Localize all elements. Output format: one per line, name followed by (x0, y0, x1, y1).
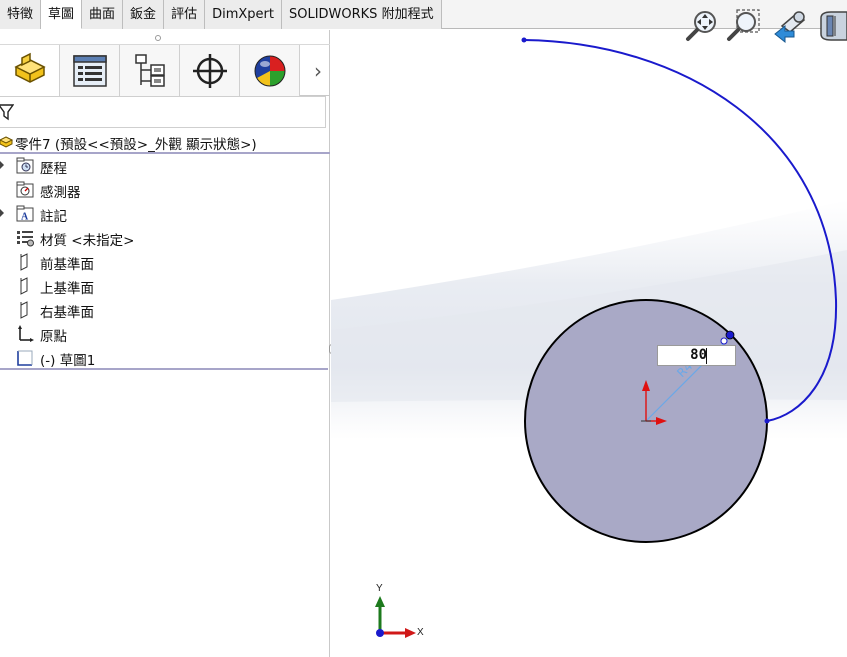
previous-view-icon (774, 11, 806, 44)
property-manager-tab[interactable] (60, 45, 120, 97)
property-manager-icon (72, 55, 107, 87)
configuration-manager-tab[interactable] (120, 45, 180, 97)
triad-origin (376, 629, 384, 637)
tab-features[interactable]: 特徵 (0, 0, 42, 29)
heads-up-view-toolbar (684, 8, 847, 44)
tree-item-label: 註記 (40, 209, 67, 225)
configuration-manager-icon (134, 54, 165, 87)
feature-manager-icon (13, 52, 46, 83)
tree-item-label: 右基準面 (40, 305, 94, 321)
tab-sheet-metal[interactable]: 鈑金 (123, 0, 165, 29)
manager-tabs: › (0, 44, 330, 97)
svg-text:A: A (21, 212, 29, 223)
tree-item-label: 前基準面 (40, 257, 94, 273)
expand-arrow-icon[interactable] (0, 209, 4, 217)
graphics-canvas[interactable]: R40 (331, 30, 847, 657)
display-manager-icon (254, 55, 285, 87)
triad-y-arrow (375, 596, 385, 607)
tree-item-origin[interactable]: 原點 (0, 322, 330, 346)
tree-item-label: 感測器 (40, 185, 81, 201)
tree-filter-input[interactable] (0, 96, 326, 128)
dimxpert-manager-icon (192, 54, 227, 88)
zoom-to-fit-icon (686, 11, 716, 41)
tree-root-label: 零件7 (預設<<預設>_外觀 顯示狀態>) (15, 137, 257, 153)
feature-manager-pane: › 零件7 (預設<<預設>_外觀 顯示狀態>) 歷程 感測器 A 註記 材質 … (0, 30, 330, 657)
display-manager-tab[interactable] (240, 45, 300, 97)
section-view-button[interactable] (817, 8, 847, 44)
pane-grip-handle[interactable] (155, 35, 161, 41)
tree-item-front-plane[interactable]: 前基準面 (0, 250, 330, 274)
zoom-to-area-button[interactable] (725, 8, 761, 44)
section-view-icon (820, 11, 847, 41)
front-plane-icon (20, 253, 28, 271)
tree-end-divider (0, 368, 328, 370)
feature-manager-tab[interactable] (0, 45, 60, 97)
annotations-folder-icon: A (16, 205, 34, 223)
zoom-to-fit-button[interactable] (684, 8, 720, 44)
triad-x-arrow (405, 628, 416, 638)
sketch-icon (17, 350, 33, 366)
tab-dimxpert[interactable]: DimXpert (205, 0, 282, 29)
dimension-snap-indicator-icon (720, 337, 728, 345)
tree-item-right-plane[interactable]: 右基準面 (0, 298, 330, 322)
history-folder-icon (16, 157, 34, 174)
expand-arrow-icon[interactable] (0, 161, 4, 169)
triad-y-label: Y (376, 583, 383, 594)
dimension-drag-handle[interactable] (725, 330, 735, 340)
command-manager-tabs: 特徵 草圖 曲面 鈑金 評估 DimXpert SOLIDWORKS 附加程式 (0, 0, 442, 29)
tab-evaluate[interactable]: 評估 (164, 0, 206, 29)
tree-item-material[interactable]: 材質 <未指定> (0, 226, 330, 250)
triad-x-label: X (417, 627, 424, 638)
graphics-area[interactable]: R40 (331, 30, 847, 657)
tab-surfaces[interactable]: 曲面 (82, 0, 124, 29)
tree-item-sensors[interactable]: 感測器 (0, 178, 330, 202)
tree-item-history[interactable]: 歷程 (0, 154, 330, 178)
tree-item-top-plane[interactable]: 上基準面 (0, 274, 330, 298)
sensors-folder-icon (16, 181, 34, 198)
tree-item-sketch1[interactable]: (-) 草圖1 (0, 346, 330, 370)
tab-sketch[interactable]: 草圖 (41, 0, 83, 29)
manager-tabs-scroll-right-icon[interactable]: › (306, 59, 330, 83)
tree-item-label: 上基準面 (40, 281, 94, 297)
origin-icon (18, 325, 34, 342)
material-icon (17, 231, 34, 247)
tree-item-label: (-) 草圖1 (40, 353, 96, 369)
tree-item-label: 歷程 (40, 161, 67, 177)
arc-start-point[interactable] (521, 37, 527, 43)
dimension-value-input[interactable]: 80 (657, 345, 736, 366)
previous-view-button[interactable] (772, 8, 808, 44)
filter-icon (0, 104, 14, 121)
tab-solidworks-addins[interactable]: SOLIDWORKS 附加程式 (281, 0, 442, 29)
text-caret (706, 348, 707, 364)
tree-item-label: 原點 (40, 329, 67, 345)
right-plane-icon (20, 301, 28, 319)
tree-root-part[interactable]: 零件7 (預設<<預設>_外觀 顯示狀態>) (0, 130, 330, 154)
part-icon (0, 136, 14, 148)
top-plane-icon (20, 277, 28, 295)
tree-item-annotations[interactable]: A 註記 (0, 202, 330, 226)
tree-item-label: 材質 <未指定> (40, 233, 135, 249)
arc-end-point[interactable] (764, 418, 770, 424)
zoom-to-area-icon (727, 9, 760, 41)
dimxpert-manager-tab[interactable] (180, 45, 240, 97)
